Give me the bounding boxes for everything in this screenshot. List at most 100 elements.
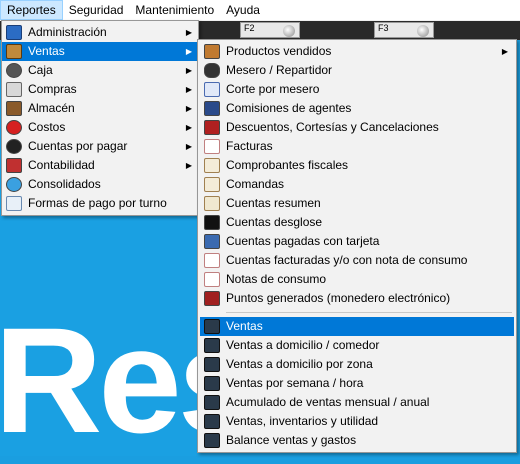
submenu-arrow-icon: ▶ (185, 66, 192, 75)
billed-icon (204, 253, 220, 268)
points-icon (204, 291, 220, 306)
warehouse-icon (6, 101, 22, 116)
ventas-item-descuentos-cortes-as-y-cancelaciones[interactable]: Descuentos, Cortesías y Cancelaciones (200, 118, 514, 137)
menu-bar: Reportes Seguridad Mantenimiento Ayuda (0, 0, 520, 21)
accounting-icon (6, 158, 22, 173)
reportes-item-compras[interactable]: Compras ▶ (2, 80, 198, 99)
f3-key-button[interactable]: F3 (374, 22, 434, 38)
reportes-item-cuentas-por-pagar[interactable]: Cuentas por pagar ▶ (2, 137, 198, 156)
report-check-icon (204, 319, 220, 334)
report-check-icon (204, 357, 220, 372)
summary-icon (204, 196, 220, 211)
reportes-item-contabilidad[interactable]: Contabilidad ▶ (2, 156, 198, 175)
ventas-report-item-label: Acumulado de ventas mensual / anual (226, 395, 430, 409)
reportes-item-caja[interactable]: Caja ▶ (2, 61, 198, 80)
reportes-item-label: Cuentas por pagar (28, 139, 128, 153)
reportes-item-ventas[interactable]: Ventas ▶ (2, 42, 198, 61)
cut-icon (204, 82, 220, 97)
ventas-item-comprobantes-fiscales[interactable]: Comprobantes fiscales (200, 156, 514, 175)
ventas-item-puntos-generados-monedero-electr-nico[interactable]: Puntos generados (monedero electrónico) (200, 289, 514, 308)
card-icon (204, 234, 220, 249)
invoice-icon (204, 139, 220, 154)
ventas-item-comisiones-de-agentes[interactable]: Comisiones de agentes (200, 99, 514, 118)
report-check-icon (204, 338, 220, 353)
payment-forms-icon (6, 196, 22, 211)
reportes-dropdown: Administración ▶ Ventas ▶ Caja ▶ Compras ▶ Almac… (1, 20, 199, 216)
reportes-item-label: Ventas (28, 44, 65, 58)
ventas-item-label: Comprobantes fiscales (226, 158, 349, 172)
ventas-item-facturas[interactable]: Facturas (200, 137, 514, 156)
reportes-item-costos[interactable]: Costos ▶ (2, 118, 198, 137)
ventas-submenu: Productos vendidos ▶ Mesero / Repartidor Co… (197, 39, 517, 453)
ventas-report-item-label: Ventas, inventarios y utilidad (226, 414, 379, 428)
submenu-arrow-icon: ▶ (185, 85, 192, 94)
f2-key-button[interactable]: F2 (240, 22, 300, 38)
submenu-arrow-icon: ▶ (185, 123, 192, 132)
ventas-item-cuentas-facturadas-y-o-con-nota-de-consumo[interactable]: Cuentas facturadas y/o con nota de consu… (200, 251, 514, 270)
report-check-icon (204, 376, 220, 391)
knob-icon (283, 25, 295, 37)
monitor-icon (6, 25, 22, 40)
reportes-item-label: Administración (28, 25, 107, 39)
ventas-item-label: Cuentas facturadas y/o con nota de consu… (226, 253, 468, 267)
ventas-item-label: Comisiones de agentes (226, 101, 352, 115)
ventas-report-item-label: Ventas por semana / hora (226, 376, 364, 390)
ventas-item-label: Cuentas pagadas con tarjeta (226, 234, 380, 248)
ventas-item-label: Corte por mesero (226, 82, 320, 96)
ventas-report-item-ventas-a-domicilio-comedor[interactable]: Ventas a domicilio / comedor (200, 336, 514, 355)
ventas-item-cuentas-resumen[interactable]: Cuentas resumen (200, 194, 514, 213)
submenu-arrow-icon: ▶ (185, 142, 192, 151)
ventas-report-item-label: Balance ventas y gastos (226, 433, 357, 447)
ventas-report-item-label: Ventas (226, 319, 263, 333)
report-check-icon (204, 414, 220, 429)
submenu-arrow-icon: ▶ (501, 47, 508, 56)
ventas-item-label: Facturas (226, 139, 273, 153)
fiscal-icon (204, 158, 220, 173)
ventas-item-label: Puntos generados (monedero electrónico) (226, 291, 451, 305)
reportes-item-label: Contabilidad (28, 158, 95, 172)
ventas-report-item-ventas[interactable]: Ventas (200, 317, 514, 336)
ventas-item-productos-vendidos[interactable]: Productos vendidos ▶ (200, 42, 514, 61)
ventas-item-cuentas-pagadas-con-tarjeta[interactable]: Cuentas pagadas con tarjeta (200, 232, 514, 251)
menu-separator (226, 312, 512, 313)
ventas-report-item-balance-ventas-y-gastos[interactable]: Balance ventas y gastos (200, 431, 514, 450)
payables-icon (6, 139, 22, 154)
ventas-item-label: Cuentas resumen (226, 196, 321, 210)
ventas-item-mesero-repartidor[interactable]: Mesero / Repartidor (200, 61, 514, 80)
discount-icon (204, 120, 220, 135)
ventas-report-item-ventas-a-domicilio-por-zona[interactable]: Ventas a domicilio por zona (200, 355, 514, 374)
ventas-report-item-label: Ventas a domicilio por zona (226, 357, 373, 371)
commission-icon (204, 101, 220, 116)
report-check-icon (204, 433, 220, 448)
ventas-report-item-ventas-inventarios-y-utilidad[interactable]: Ventas, inventarios y utilidad (200, 412, 514, 431)
reportes-item-consolidados[interactable]: Consolidados (2, 175, 198, 194)
menu-mantenimiento[interactable]: Mantenimiento (129, 0, 220, 20)
ventas-item-label: Productos vendidos (226, 44, 332, 58)
reportes-item-formas-de-pago-por-turno[interactable]: Formas de pago por turno (2, 194, 198, 213)
reportes-item-label: Almacén (28, 101, 75, 115)
reportes-item-administraci-n[interactable]: Administración ▶ (2, 23, 198, 42)
menu-seguridad[interactable]: Seguridad (63, 0, 130, 20)
ventas-item-label: Notas de consumo (226, 272, 327, 286)
ventas-icon (6, 44, 22, 59)
ventas-report-item-ventas-por-semana-hora[interactable]: Ventas por semana / hora (200, 374, 514, 393)
f2-key-label: F2 (244, 23, 255, 33)
submenu-arrow-icon: ▶ (185, 104, 192, 113)
reportes-item-almac-n[interactable]: Almacén ▶ (2, 99, 198, 118)
ventas-item-corte-por-mesero[interactable]: Corte por mesero (200, 80, 514, 99)
menu-reportes[interactable]: Reportes (0, 0, 63, 20)
ventas-item-cuentas-desglose[interactable]: Cuentas desglose (200, 213, 514, 232)
reportes-item-label: Costos (28, 120, 66, 134)
menu-ayuda[interactable]: Ayuda (220, 0, 266, 20)
ventas-item-comandas[interactable]: Comandas (200, 175, 514, 194)
cash-icon (6, 63, 22, 78)
f3-key-label: F3 (378, 23, 389, 33)
report-check-icon (204, 395, 220, 410)
ventas-item-notas-de-consumo[interactable]: Notas de consumo (200, 270, 514, 289)
ventas-item-label: Cuentas desglose (226, 215, 323, 229)
ventas-report-item-acumulado-de-ventas-mensual-anual[interactable]: Acumulado de ventas mensual / anual (200, 393, 514, 412)
note-icon (204, 272, 220, 287)
reportes-item-label: Compras (28, 82, 77, 96)
waiter-icon (204, 63, 220, 78)
globe-icon (6, 177, 22, 192)
